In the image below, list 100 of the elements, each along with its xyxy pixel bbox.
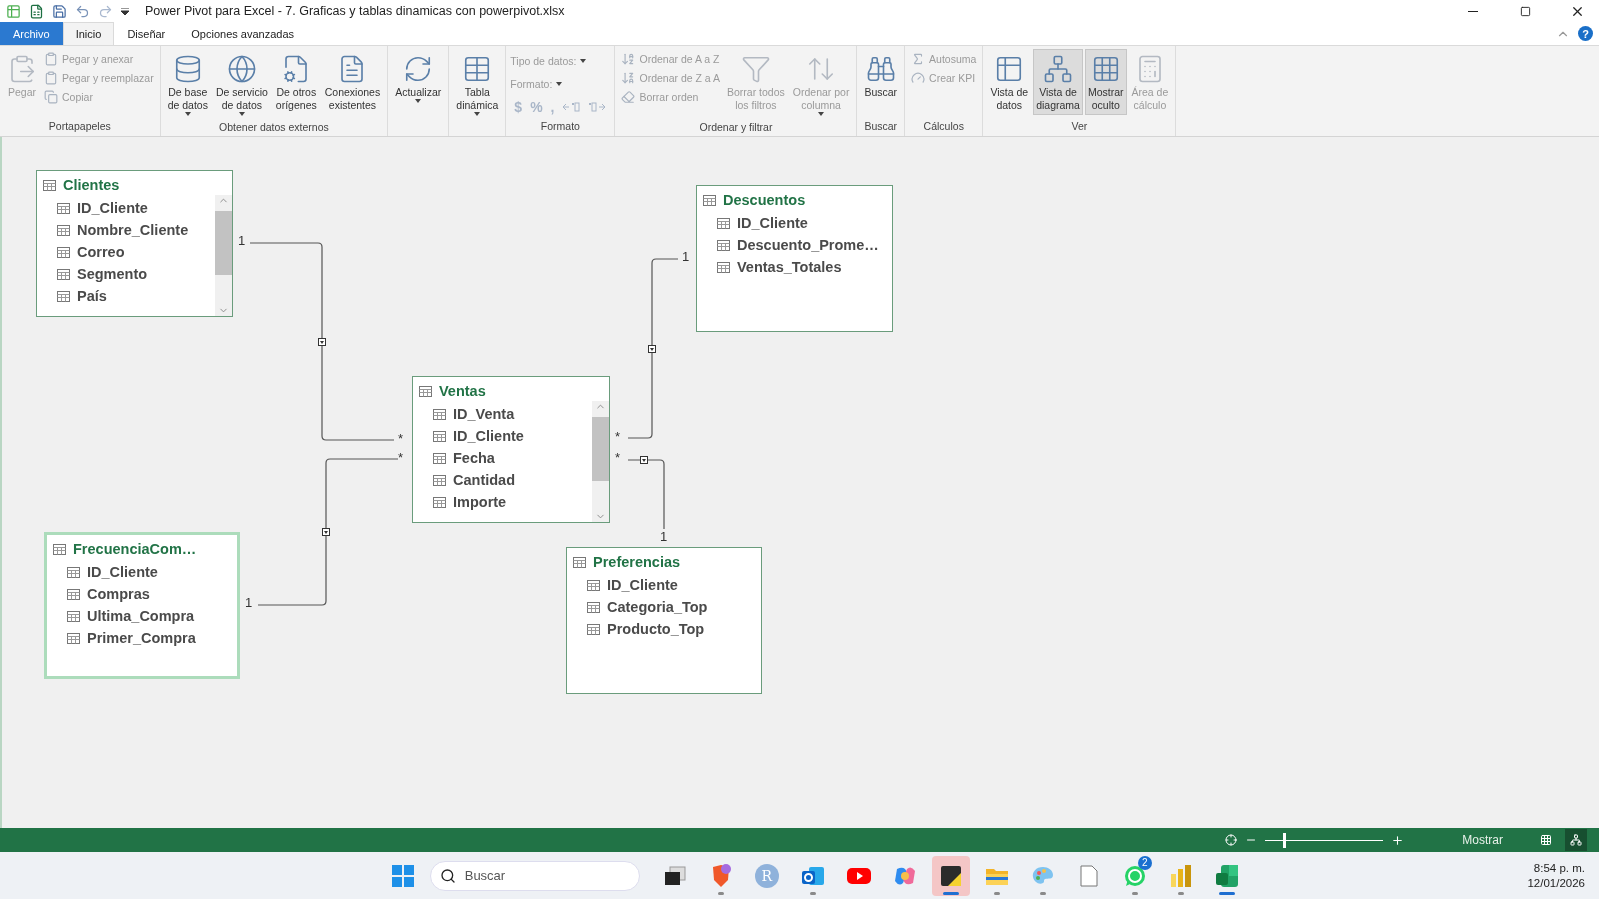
column-name[interactable]: ID_Cliente <box>737 215 808 231</box>
column-name[interactable]: Fecha <box>453 450 495 466</box>
column-name[interactable]: ID_Cliente <box>607 577 678 593</box>
redo-icon[interactable] <box>98 3 113 19</box>
group-label: Portapapeles <box>47 119 112 134</box>
table-icon <box>717 239 730 251</box>
diagram-icon <box>1570 834 1582 846</box>
column-name[interactable]: Primer_Compra <box>87 630 196 646</box>
ribbon-button[interactable]: Vista de datos <box>987 49 1032 115</box>
cardinality-label: * <box>398 431 404 446</box>
column-name[interactable]: Nombre_Cliente <box>77 222 189 238</box>
column-name[interactable]: Ventas_Totales <box>737 259 842 275</box>
document-icon <box>1079 864 1098 887</box>
ribbon-button[interactable]: Conexiones existentes <box>321 49 384 115</box>
scrollbar[interactable] <box>592 401 609 522</box>
table-icon <box>57 246 70 258</box>
sort-descending-icon <box>621 71 636 85</box>
taskbar-app[interactable]: 2 <box>1115 855 1154 896</box>
table-icon <box>587 623 600 635</box>
table-card[interactable]: Clientes ID_Cliente Nombre_Cliente Correo Segmento País <box>36 170 233 317</box>
help-button[interactable]: ? <box>1578 26 1593 41</box>
column-name[interactable]: Descuento_Prome… <box>737 237 879 253</box>
table-card[interactable]: Preferencias ID_Cliente Categoria_Top Producto_Top <box>566 547 762 694</box>
column-name[interactable]: Compras <box>87 586 150 602</box>
relationship-line[interactable] <box>249 242 395 441</box>
relationship-line[interactable] <box>627 258 679 439</box>
window-title: Power Pivot para Excel - 7. Graficas y tablas dinamicas con powerpivot.xlsx <box>145 4 566 18</box>
column-name[interactable]: Producto_Top <box>607 621 705 637</box>
table-card[interactable]: Ventas ID_Venta ID_Cliente Fecha Cantidad Importe <box>412 376 610 523</box>
taskbar-app[interactable] <box>931 855 970 896</box>
task-view-icon <box>663 865 686 886</box>
column-name[interactable]: Segmento <box>77 266 148 282</box>
column-name[interactable]: ID_Cliente <box>87 564 158 580</box>
cardinality-label: 1 <box>245 595 253 610</box>
table-title: Descuentos <box>723 192 806 208</box>
ribbon-button[interactable]: De servicio de datos <box>212 49 271 119</box>
customize-icon[interactable] <box>121 7 129 15</box>
column-name[interactable]: ID_Cliente <box>453 428 524 444</box>
undo-icon[interactable] <box>75 3 90 19</box>
column-name[interactable]: Cantidad <box>453 472 516 488</box>
ribbon-button[interactable]: Actualizar <box>392 49 445 115</box>
group-label: Obtener datos externos <box>218 120 330 135</box>
relationship-line[interactable] <box>257 458 399 606</box>
diagram-view-button[interactable] <box>1565 829 1587 851</box>
table-icon <box>433 430 446 442</box>
column-name[interactable]: Categoria_Top <box>607 599 708 615</box>
save-icon[interactable] <box>52 3 67 19</box>
clock-time: 8:54 p. m. <box>1533 862 1585 874</box>
table-card[interactable]: Descuentos ID_Cliente Descuento_Prome… Ventas_Totales <box>696 185 893 332</box>
column-name[interactable]: País <box>77 288 107 304</box>
copy-icon <box>44 90 58 104</box>
table-card[interactable]: FrecuenciaCom… ID_Cliente Compras Ultima_Compra Primer_Compra <box>44 532 240 679</box>
column-name[interactable]: ID_Venta <box>453 406 515 422</box>
table-title: FrecuenciaCom… <box>73 541 197 557</box>
ribbon-tab[interactable]: Archivo <box>0 22 63 45</box>
table-icon <box>53 543 66 555</box>
clipboard-icon <box>44 52 58 66</box>
column-name[interactable]: Importe <box>453 494 507 510</box>
note-icon <box>939 864 962 887</box>
relationship-line[interactable] <box>627 456 665 530</box>
table-icon <box>43 179 56 191</box>
zoom-thumb[interactable] <box>1283 832 1286 848</box>
play-icon <box>846 866 871 885</box>
decimal-increase-icon <box>562 100 581 114</box>
column-name[interactable]: Correo <box>77 244 125 260</box>
zoom-in-icon[interactable] <box>1391 833 1405 847</box>
table-icon <box>433 408 446 420</box>
table-icon <box>587 579 600 591</box>
ribbon-button[interactable]: Vista de diagrama <box>1033 49 1083 115</box>
start-icon[interactable] <box>391 864 414 887</box>
caret-icon <box>415 99 422 103</box>
bar-chart-icon <box>1169 863 1192 888</box>
group-label: Cálculos <box>922 119 965 134</box>
fit-icon[interactable] <box>1225 834 1238 846</box>
ribbon-button[interactable]: Tabla dinámica <box>453 49 502 119</box>
ribbon-tab[interactable]: Inicio <box>62 22 115 45</box>
spreadsheet-app-icon <box>1214 863 1239 888</box>
pivot-app-icon[interactable] <box>6 3 21 19</box>
ribbon-button[interactable]: Buscar <box>861 49 901 115</box>
table-icon <box>67 588 80 600</box>
table-icon <box>57 202 70 214</box>
spreadsheet-app-icon[interactable] <box>29 3 44 19</box>
column-name[interactable]: ID_Cliente <box>77 200 148 216</box>
column-name[interactable]: Ultima_Compra <box>87 608 195 624</box>
table-title: Ventas <box>439 383 486 399</box>
ribbon-button[interactable]: De otros orígenes <box>272 49 320 115</box>
scrollbar[interactable] <box>215 195 232 316</box>
ribbon-tab[interactable]: Diseñar <box>114 22 179 45</box>
ribbon-button[interactable]: De base de datos <box>164 49 211 119</box>
notification-badge: 2 <box>1137 855 1152 870</box>
ribbon-button[interactable]: Mostrar oculto <box>1084 49 1127 115</box>
table-icon <box>419 385 432 397</box>
search-field[interactable]: Buscar <box>429 860 640 891</box>
table-icon <box>717 217 730 229</box>
cardinality-label: * <box>398 450 404 465</box>
cardinality-label: 1 <box>660 529 668 544</box>
ribbon-tab[interactable]: Opciones avanzadas <box>178 22 307 45</box>
table-icon <box>573 556 586 568</box>
show-label[interactable]: Mostrar <box>1462 833 1503 847</box>
caret-icon <box>580 59 587 63</box>
